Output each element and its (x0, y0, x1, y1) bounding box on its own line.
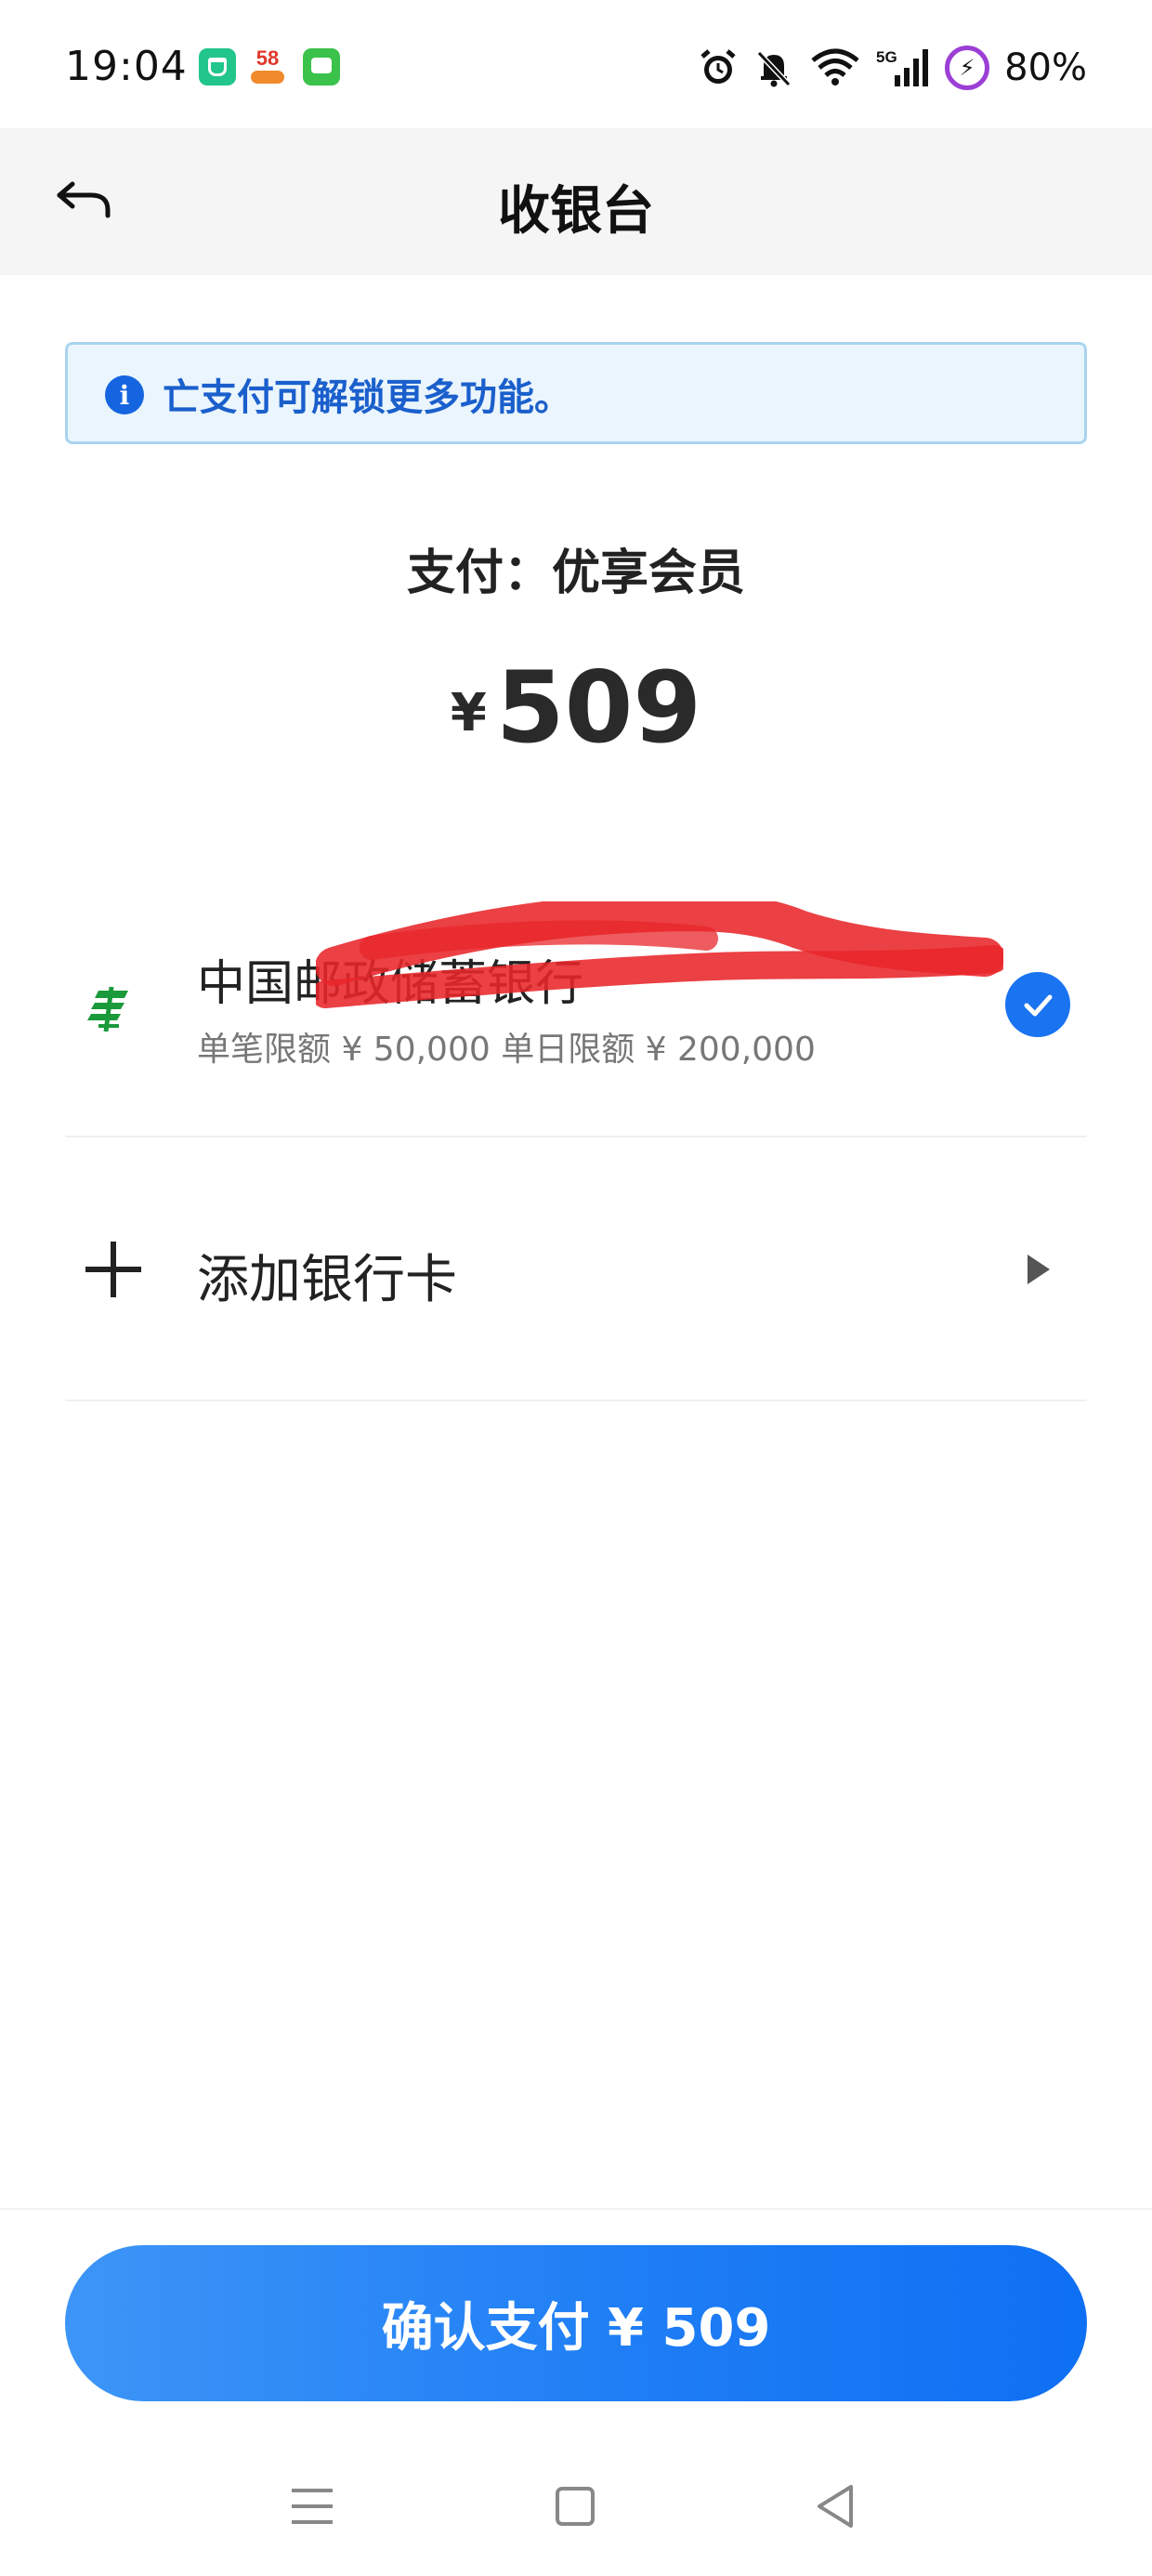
mi-home-icon (199, 48, 236, 85)
bank-card-option[interactable]: 中国邮政储蓄银行 单笔限额 ¥ 50,000 单日限额 ¥ 200,000 (65, 874, 1087, 1137)
bank-name: 中国邮政储蓄银行 (197, 956, 584, 1012)
bottom-bar: 确认支付 ¥ 509 (0, 2208, 1152, 2440)
postal-savings-bank-icon (87, 986, 128, 1032)
58-app-icon: 58 (249, 46, 286, 85)
header: 收银台 (0, 128, 1152, 275)
arrow-right-icon (1028, 1255, 1050, 1284)
mute-icon (756, 50, 792, 87)
5g-label: 5G (876, 48, 897, 66)
alarm-icon (700, 49, 736, 84)
system-nav-bar (0, 2440, 1152, 2576)
status-icons: 5G ⚡ 80% (698, 43, 1087, 93)
notice-banner: i 亡支付可解锁更多功能。 (65, 342, 1087, 444)
info-icon: i (105, 375, 144, 414)
add-bank-card-row[interactable]: 添加银行卡 (65, 1139, 1087, 1401)
battery-percent: 80% (1004, 46, 1087, 89)
status-time: 19:04 (65, 43, 188, 90)
plus-icon (85, 1242, 141, 1297)
checkmark-icon (1024, 994, 1053, 1017)
5g-signal-icon: 5G (876, 48, 929, 86)
messages-icon (303, 48, 340, 85)
payment-amount: ¥509 (0, 651, 1152, 765)
wifi-icon (811, 48, 859, 85)
58-app-label: 58 (255, 46, 280, 70)
back-icon[interactable] (814, 2483, 857, 2530)
menu-icon[interactable] (292, 2487, 333, 2526)
status-bar: 19:04 58 5G ⚡ 80% (0, 0, 1152, 128)
page-title: 收银台 (498, 181, 654, 242)
add-card-label: 添加银行卡 (197, 1250, 457, 1310)
notice-text: 亡支付可解锁更多功能。 (163, 376, 571, 419)
home-icon[interactable] (556, 2487, 595, 2526)
battery-icon: ⚡ (945, 46, 990, 90)
selected-check-icon[interactable] (1005, 972, 1070, 1037)
confirm-pay-button[interactable]: 确认支付 ¥ 509 (65, 2245, 1087, 2401)
currency-symbol: ¥ (450, 683, 487, 743)
payment-title: 支付：优享会员 (406, 545, 745, 601)
bank-limits: 单笔限额 ¥ 50,000 单日限额 ¥ 200,000 (197, 1031, 816, 1069)
amount-value: 509 (495, 651, 702, 765)
